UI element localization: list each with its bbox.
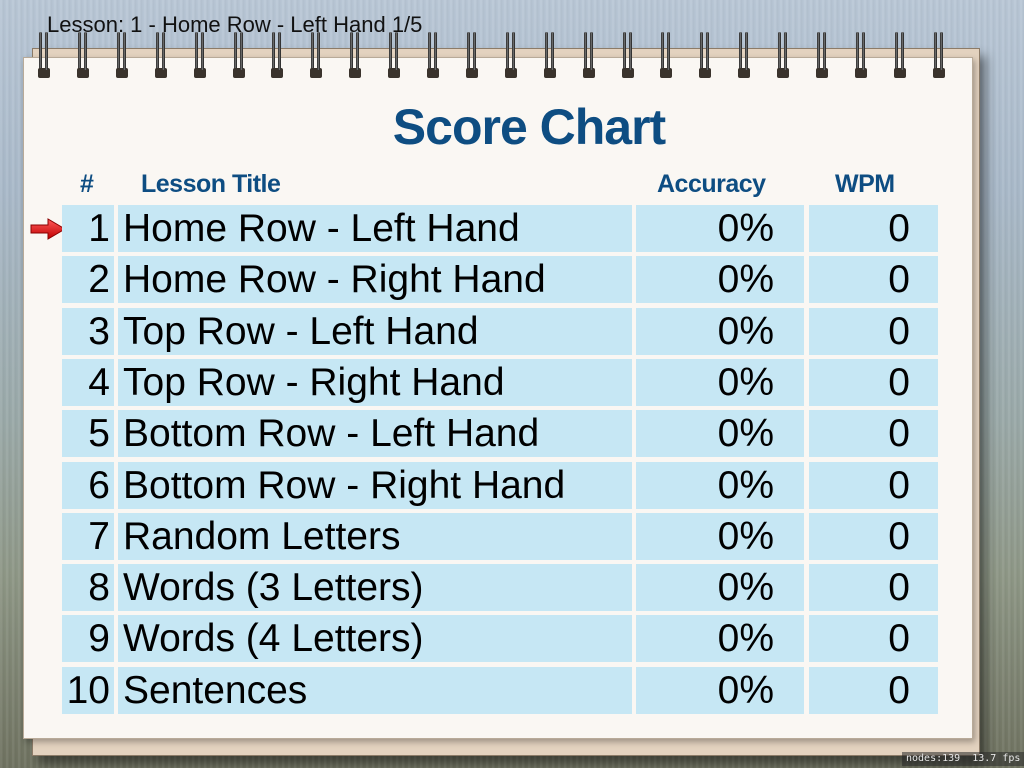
spiral-ring	[660, 28, 673, 80]
lesson-title: Words (4 Letters)	[118, 615, 632, 663]
lesson-title: Top Row - Left Hand	[118, 307, 632, 355]
header-wpm: WPM	[835, 170, 895, 198]
lesson-label: Lesson: 1 - Home Row - Left Hand 1/5	[47, 12, 423, 37]
lesson-number: 9	[62, 615, 114, 663]
header-accuracy: Accuracy	[657, 170, 766, 198]
spiral-ring	[932, 28, 945, 80]
spiral-ring	[893, 28, 906, 80]
lesson-title: Bottom Row - Right Hand	[118, 461, 632, 509]
spiral-ring	[854, 28, 867, 80]
lesson-number: 5	[62, 410, 114, 458]
page-title: Score Chart	[392, 99, 666, 155]
lesson-wpm: 0	[809, 410, 938, 458]
lesson-number: 4	[62, 358, 114, 406]
lesson-number: 2	[62, 256, 114, 304]
spiral-ring	[427, 28, 439, 80]
lesson-accuracy: 0%	[636, 256, 804, 304]
lesson-wpm: 0	[809, 564, 938, 612]
spiral-ring	[504, 28, 517, 80]
lesson-number: 7	[62, 512, 114, 560]
lesson-number: 3	[62, 307, 114, 355]
spiral-ring	[582, 28, 595, 80]
header-number: #	[80, 170, 94, 198]
lesson-wpm: 0	[809, 205, 938, 252]
spiral-ring	[621, 28, 634, 80]
spiral-ring	[465, 28, 478, 80]
arrow-right-icon	[30, 218, 66, 240]
lesson-accuracy: 0%	[636, 307, 804, 355]
lesson-wpm: 0	[809, 615, 938, 663]
lesson-wpm: 0	[809, 307, 938, 355]
lesson-title: Top Row - Right Hand	[118, 358, 632, 406]
lesson-wpm: 0	[809, 461, 938, 509]
lesson-title: Home Row - Left Hand	[118, 205, 632, 252]
lesson-wpm: 0	[809, 666, 938, 714]
lesson-number: 8	[62, 564, 114, 612]
lesson-wpm: 0	[809, 512, 938, 560]
lesson-accuracy: 0%	[636, 615, 804, 663]
lesson-accuracy: 0%	[636, 358, 804, 406]
debug-stats: nodes:139 13.7 fps	[902, 752, 1024, 766]
lesson-title: Bottom Row - Left Hand	[118, 410, 632, 458]
lesson-accuracy: 0%	[636, 461, 804, 509]
spiral-ring	[738, 28, 751, 80]
lesson-title: Words (3 Letters)	[118, 564, 632, 612]
lesson-wpm: 0	[809, 358, 938, 406]
spiral-ring	[816, 28, 828, 80]
lesson-accuracy: 0%	[636, 512, 804, 560]
lesson-number: 10	[62, 666, 114, 714]
header-lesson-title: Lesson Title	[141, 170, 281, 198]
spiral-ring	[699, 28, 712, 80]
lesson-title: Sentences	[118, 666, 632, 714]
lesson-accuracy: 0%	[636, 410, 804, 458]
debug-nodes: nodes:139	[906, 753, 961, 764]
lesson-number: 1	[62, 205, 114, 252]
lesson-wpm: 0	[809, 256, 938, 304]
spiral-ring	[543, 28, 556, 80]
lesson-accuracy: 0%	[636, 205, 804, 252]
lesson-title: Home Row - Right Hand	[118, 256, 632, 304]
spiral-ring	[777, 28, 790, 80]
lesson-number: 6	[62, 461, 114, 509]
lesson-accuracy: 0%	[636, 564, 804, 612]
lesson-accuracy: 0%	[636, 666, 804, 714]
lesson-title: Random Letters	[118, 512, 632, 560]
debug-fps: 13.7 fps	[972, 753, 1021, 764]
